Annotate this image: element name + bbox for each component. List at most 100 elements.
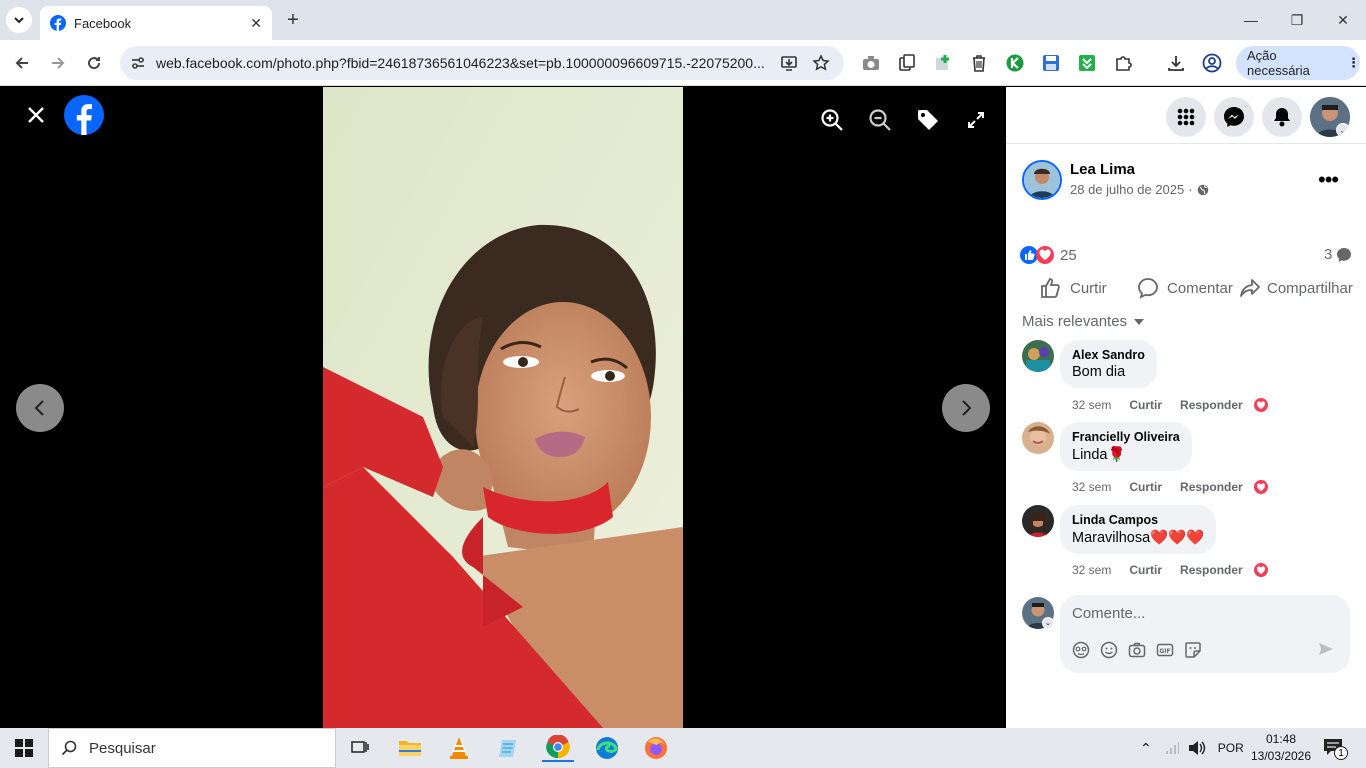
comment-like-link[interactable]: Curtir	[1129, 563, 1162, 577]
copy-extension-icon[interactable]	[897, 53, 917, 73]
url-text[interactable]: web.facebook.com/photo.php?fbid=24618736…	[156, 55, 766, 71]
comments-summary[interactable]: 3	[1324, 246, 1352, 263]
green-plus-extension-icon[interactable]	[933, 53, 953, 73]
camera-icon[interactable]	[1128, 641, 1146, 659]
previous-photo-button[interactable]	[16, 384, 64, 432]
k-extension-icon[interactable]	[1005, 53, 1025, 73]
commenter-avatar[interactable]	[1022, 340, 1054, 372]
reload-button[interactable]	[82, 51, 106, 75]
close-window-button[interactable]: ✕	[1320, 8, 1366, 32]
commenter-name[interactable]: Alex Sandro	[1072, 348, 1145, 362]
commenter-name[interactable]: Linda Campos	[1072, 513, 1204, 527]
minimize-button[interactable]: —	[1228, 8, 1274, 32]
post-date[interactable]: 28 de julho de 2025	[1070, 182, 1184, 197]
new-tab-button[interactable]: +	[282, 9, 304, 31]
account-avatar[interactable]: ⌄	[1310, 97, 1350, 137]
input-language[interactable]: POR	[1218, 741, 1244, 755]
reactions-summary[interactable]: 25	[1020, 246, 1077, 264]
downloads-icon[interactable]	[1166, 53, 1186, 73]
comment-like-link[interactable]: Curtir	[1129, 480, 1162, 494]
heart-icon	[1256, 401, 1266, 409]
vlc-button[interactable]	[443, 734, 475, 762]
start-button[interactable]	[8, 734, 40, 762]
tab-close-icon[interactable]: ✕	[250, 15, 262, 32]
bookmark-star-icon[interactable]	[812, 54, 830, 72]
close-viewer-button[interactable]	[18, 97, 54, 133]
download-green-extension-icon[interactable]	[1077, 53, 1097, 73]
facebook-logo-link[interactable]	[64, 95, 104, 135]
next-photo-button[interactable]	[942, 384, 990, 432]
tray-overflow-icon[interactable]: ⌃	[1140, 740, 1152, 757]
network-icon[interactable]	[1164, 741, 1180, 755]
comment-reply-link[interactable]: Responder	[1180, 398, 1243, 412]
comment-time[interactable]: 32 sem	[1072, 563, 1111, 577]
edge-button[interactable]	[591, 734, 623, 762]
comment-love-reaction[interactable]	[1252, 396, 1270, 414]
sticker-icon[interactable]	[1184, 641, 1202, 659]
taskbar-search[interactable]: Pesquisar	[48, 728, 336, 768]
gif-icon[interactable]: GIF	[1156, 641, 1174, 659]
task-view-button[interactable]	[344, 734, 376, 762]
notification-center-button[interactable]: 1	[1323, 738, 1348, 760]
emoji-icon[interactable]	[1100, 641, 1118, 659]
like-button[interactable]: Curtir	[1040, 277, 1107, 299]
sort-label: Mais relevantes	[1022, 313, 1128, 330]
zoom-out-button[interactable]	[862, 102, 898, 138]
search-icon	[61, 740, 77, 756]
puzzle-extensions-icon[interactable]	[1113, 53, 1133, 73]
camera-extension-icon[interactable]	[861, 53, 881, 73]
comment-input[interactable]: Comente...	[1072, 605, 1145, 622]
comment-text: Bom dia	[1072, 364, 1126, 380]
comment-button[interactable]: Comentar	[1137, 277, 1233, 299]
firefox-button[interactable]	[640, 734, 672, 762]
forward-button[interactable]	[46, 51, 70, 75]
comment-like-link[interactable]: Curtir	[1129, 398, 1162, 412]
address-bar[interactable]: web.facebook.com/photo.php?fbid=24618736…	[120, 46, 844, 80]
comment-composer[interactable]: Comente... GIF	[1060, 595, 1350, 673]
vlc-cone-icon	[450, 737, 468, 759]
reload-icon	[88, 57, 101, 70]
zoom-in-button[interactable]	[814, 102, 850, 138]
clock[interactable]: 01:48 13/03/2026	[1246, 731, 1316, 765]
comment-reply-link[interactable]: Responder	[1180, 563, 1243, 577]
comment-time[interactable]: 32 sem	[1072, 398, 1111, 412]
file-explorer-button[interactable]	[394, 734, 426, 762]
post-options-button[interactable]: •••	[1318, 167, 1339, 193]
comment-label: Comentar	[1167, 279, 1233, 297]
notifications-button[interactable]	[1262, 97, 1302, 137]
send-icon[interactable]	[1318, 641, 1334, 657]
profile-icon[interactable]	[1202, 53, 1222, 73]
back-button[interactable]	[10, 51, 34, 75]
comment-reply-link[interactable]: Responder	[1180, 480, 1243, 494]
author-avatar[interactable]	[1022, 160, 1062, 200]
task-view-icon	[351, 741, 369, 753]
action-needed-button[interactable]: Ação necessária ⋮	[1236, 46, 1360, 80]
commenter-name[interactable]: Francielly Oliveira	[1072, 430, 1180, 444]
menu-button[interactable]	[1166, 97, 1206, 137]
chrome-taskbar-button[interactable]	[542, 734, 574, 762]
commenter-avatar[interactable]	[1022, 422, 1054, 454]
messenger-button[interactable]	[1214, 97, 1254, 137]
tab-search-button[interactable]	[6, 7, 32, 33]
tab-facebook[interactable]: Facebook ✕	[40, 6, 272, 40]
install-app-icon[interactable]	[780, 54, 798, 72]
close-icon	[28, 107, 44, 123]
restore-button[interactable]: ❐	[1274, 8, 1320, 32]
comment-love-reaction[interactable]	[1252, 561, 1270, 579]
volume-icon[interactable]	[1188, 740, 1206, 756]
site-settings-icon[interactable]	[130, 55, 146, 71]
comment-time[interactable]: 32 sem	[1072, 480, 1111, 494]
notes-app-button[interactable]	[492, 734, 524, 762]
post-date-separator: ·	[1188, 182, 1193, 197]
trash-extension-icon[interactable]	[969, 53, 989, 73]
tag-button[interactable]	[910, 102, 946, 138]
share-button[interactable]: Compartilhar	[1239, 277, 1353, 299]
fullscreen-button[interactable]	[958, 102, 994, 138]
avatar-sticker-icon[interactable]	[1072, 641, 1090, 659]
commenter-avatar[interactable]	[1022, 505, 1054, 537]
comment-love-reaction[interactable]	[1252, 478, 1270, 496]
account-chevron-icon: ⌄	[1336, 123, 1350, 137]
author-name[interactable]: Lea Lima	[1070, 161, 1135, 178]
sort-comments-dropdown[interactable]: Mais relevantes	[1022, 313, 1145, 330]
save-extension-icon[interactable]	[1041, 53, 1061, 73]
